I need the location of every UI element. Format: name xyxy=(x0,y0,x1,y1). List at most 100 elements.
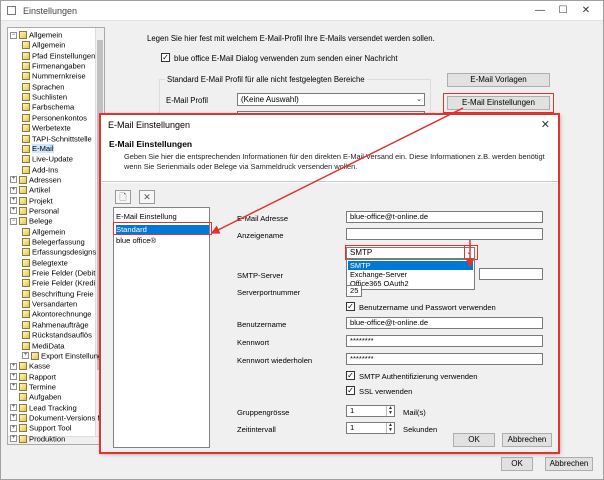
tree-item[interactable]: + Personal xyxy=(10,205,59,216)
tree-item[interactable]: Farbschema xyxy=(22,101,74,112)
tree-item-label: Suchlisten xyxy=(32,92,68,102)
email-dialog-checkbox[interactable]: ✓ xyxy=(161,53,170,62)
settings-node-icon xyxy=(19,382,27,391)
tree-item-label: Farbschema xyxy=(32,102,75,112)
tree-item[interactable]: Freie Felder (Debit xyxy=(22,267,95,278)
tree-item[interactable]: + Adressen xyxy=(10,174,61,185)
tree-item[interactable]: + Termine xyxy=(10,381,56,392)
chevron-down-icon: ⌄ xyxy=(416,96,422,103)
tree-item[interactable]: Versandarten xyxy=(22,298,77,309)
cancel-button[interactable]: Abbrechen xyxy=(545,457,593,471)
settings-node-icon xyxy=(22,341,30,350)
tree-item[interactable]: Werbetexte xyxy=(22,122,71,133)
tree-item[interactable]: Personenkontos xyxy=(22,112,87,123)
tree-item[interactable]: Erfassungsdesigns xyxy=(22,246,96,257)
expand-icon[interactable]: + xyxy=(10,435,17,443)
expand-icon[interactable]: + xyxy=(22,352,29,360)
tree-item[interactable]: Pfad Einstellungen xyxy=(22,50,95,61)
settings-node-icon xyxy=(22,269,30,278)
tree-item[interactable]: Belegtexte xyxy=(22,257,68,268)
tree-item-label: TAPI-Schnittstelle xyxy=(32,134,92,143)
tree-item[interactable]: Akontorechnunge xyxy=(22,308,92,319)
tree-item-label: Live-Update xyxy=(32,154,73,164)
tree-item[interactable]: + Dokument-Versions M xyxy=(10,412,104,423)
settings-node-icon xyxy=(22,113,30,122)
tree-item-label: Support Tool xyxy=(29,423,72,433)
tree-item-label: Produktion xyxy=(29,434,66,444)
expand-icon[interactable]: + xyxy=(10,373,17,381)
expand-icon[interactable]: + xyxy=(10,186,17,194)
tree-item[interactable]: Rückstandsauflös xyxy=(22,329,92,340)
collapse-icon[interactable]: − xyxy=(10,217,17,225)
tree-item[interactable]: Beschriftung Freie xyxy=(22,288,94,299)
profile-label: E-Mail Profil xyxy=(166,96,209,105)
settings-node-icon xyxy=(19,186,27,195)
tree-item[interactable]: + Projekt xyxy=(10,195,53,206)
settings-node-icon xyxy=(22,155,30,164)
tree-item-label: Sprachen xyxy=(32,82,65,92)
tree-item-label: Allgemein xyxy=(32,40,66,50)
expand-icon[interactable]: + xyxy=(10,197,17,205)
tree-item[interactable]: − Allgemein xyxy=(10,29,62,40)
default-profile-group-title: Standard E-Mail Profil für alle nicht fe… xyxy=(165,75,367,84)
settings-node-icon xyxy=(22,51,30,60)
settings-node-icon xyxy=(19,434,27,443)
tree-item-label: Adressen xyxy=(29,175,62,185)
profile-select[interactable]: (Keine Auswahl) ⌄ xyxy=(237,93,425,106)
email-templates-button[interactable]: E-Mail Vorlagen xyxy=(447,73,550,87)
tree-item[interactable]: Nummernkreise xyxy=(22,70,86,81)
expand-icon[interactable]: + xyxy=(10,404,17,412)
close-icon[interactable]: ✕ xyxy=(577,4,595,17)
tree-item[interactable]: Freie Felder (Kredi xyxy=(22,277,95,288)
tree-item[interactable]: − Belege xyxy=(10,215,53,226)
tree-item[interactable]: + Export Einstellung xyxy=(22,350,102,361)
tree-item[interactable]: + Artikel xyxy=(10,184,50,195)
tree-item[interactable]: Sprachen xyxy=(22,81,65,92)
email-dialog-checkbox-label: blue office E-Mail Dialog verwenden zum … xyxy=(174,54,398,63)
tree-item[interactable]: Allgemein xyxy=(22,39,65,50)
tree-item[interactable]: Allgemein xyxy=(22,226,65,237)
tree-item[interactable]: + Support Tool xyxy=(10,422,72,433)
settings-tree[interactable]: − Allgemein Allgemein Pfad Einstellungen Fir… xyxy=(7,27,105,445)
collapse-icon[interactable]: − xyxy=(10,31,17,39)
title-bar: Einstellungen — ☐ ✕ xyxy=(1,1,603,21)
settings-node-icon xyxy=(22,238,30,246)
tree-item[interactable]: Add-Ins xyxy=(22,164,58,175)
expand-icon[interactable]: + xyxy=(10,207,17,215)
tree-item[interactable]: Aufgaben xyxy=(10,391,62,402)
tree-item[interactable]: Firmenangaben xyxy=(22,60,85,71)
tree-item[interactable]: Belegerfassung xyxy=(22,236,85,247)
tree-item-label: MediData xyxy=(32,341,65,350)
tree-item-label: Pfad Einstellungen xyxy=(32,51,96,61)
tree-item-label: E-Mail xyxy=(32,144,54,154)
highlight-dialog-frame xyxy=(99,113,560,454)
intro-text: Legen Sie hier fest mit welchem E-Mail-P… xyxy=(147,34,435,43)
tree-item-label: Lead Tracking xyxy=(29,403,77,413)
expand-icon[interactable]: + xyxy=(10,414,17,422)
tree-item-label: Versandarten xyxy=(32,299,78,309)
ok-button[interactable]: OK xyxy=(501,457,533,471)
tree-item-label: Export Einstellung xyxy=(41,351,103,361)
tree-item[interactable]: + Rapport xyxy=(10,371,56,382)
tree-item[interactable]: TAPI-Schnittstelle xyxy=(22,133,92,144)
tree-item-label: Personal xyxy=(29,206,59,216)
tree-item-label: Belegerfassung xyxy=(32,237,85,247)
minimize-icon[interactable]: — xyxy=(531,4,549,17)
tree-item[interactable]: Rahmenaufträge xyxy=(22,319,89,330)
tree-item[interactable]: + Kasse xyxy=(10,360,50,371)
tree-item[interactable]: MediData xyxy=(22,340,65,351)
expand-icon[interactable]: + xyxy=(10,176,17,184)
tree-item-label: Freie Felder (Kredi xyxy=(32,278,96,288)
tree-item[interactable]: + Lead Tracking xyxy=(10,402,77,413)
tree-item[interactable]: + Produktion xyxy=(10,433,65,444)
settings-node-icon xyxy=(22,93,30,102)
tree-item[interactable]: E-Mail xyxy=(22,143,54,154)
tree-item-label: Rückstandsauflös xyxy=(32,330,92,340)
expand-icon[interactable]: + xyxy=(10,424,17,432)
settings-node-icon xyxy=(22,320,30,329)
tree-item[interactable]: Suchlisten xyxy=(22,91,67,102)
maximize-icon[interactable]: ☐ xyxy=(554,4,572,17)
expand-icon[interactable]: + xyxy=(10,383,17,391)
tree-item[interactable]: Live-Update xyxy=(22,153,73,164)
expand-icon[interactable]: + xyxy=(10,362,17,370)
